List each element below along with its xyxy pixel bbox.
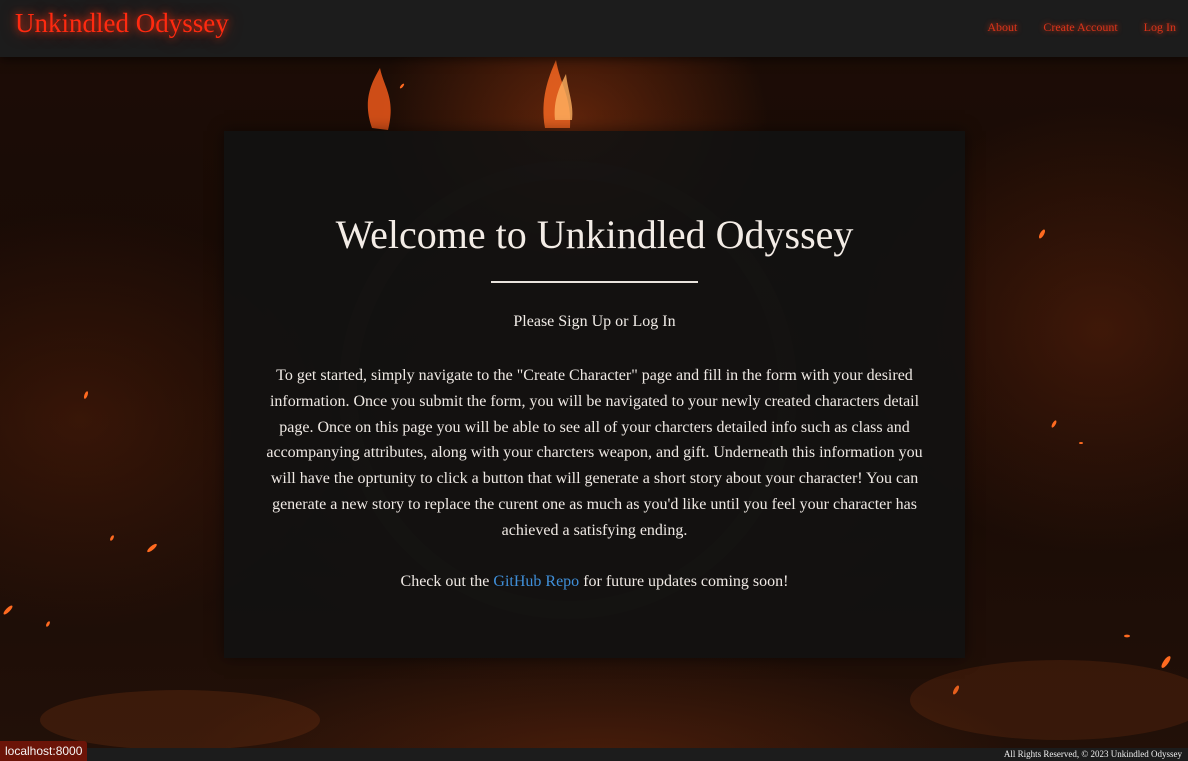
github-cta: Check out the GitHub Repo for future upd…	[224, 571, 965, 593]
copyright-text: All Rights Reserved, © 2023 Unkindled Od…	[1003, 749, 1182, 759]
page-title: Welcome to Unkindled Odyssey	[335, 212, 854, 257]
github-repo-link[interactable]: GitHub Repo	[493, 573, 579, 590]
brand-logo-link[interactable]: Unkindled Odyssey	[15, 8, 229, 39]
intro-paragraph: To get started, simply navigate to the "…	[266, 367, 923, 539]
nav-links: About Create Account Log In	[987, 20, 1176, 35]
cta-prefix: Check out the	[400, 573, 494, 590]
nav-log-in-link[interactable]: Log In	[1144, 20, 1176, 35]
browser-status-url: localhost:8000	[0, 741, 88, 761]
top-navbar: Unkindled Odyssey About Create Account L…	[0, 0, 1188, 57]
page: Unkindled Odyssey About Create Account L…	[0, 0, 1188, 761]
page-footer: All Rights Reserved, © 2023 Unkindled Od…	[0, 748, 1188, 761]
welcome-card: Welcome to Unkindled Odyssey Please Sign…	[224, 131, 965, 658]
nav-create-account-link[interactable]: Create Account	[1043, 20, 1117, 35]
title-divider	[491, 281, 698, 283]
cta-suffix: for future updates coming soon!	[579, 573, 789, 590]
nav-about-link[interactable]: About	[987, 20, 1017, 35]
signup-prompt: Please Sign Up or Log In	[513, 313, 676, 330]
